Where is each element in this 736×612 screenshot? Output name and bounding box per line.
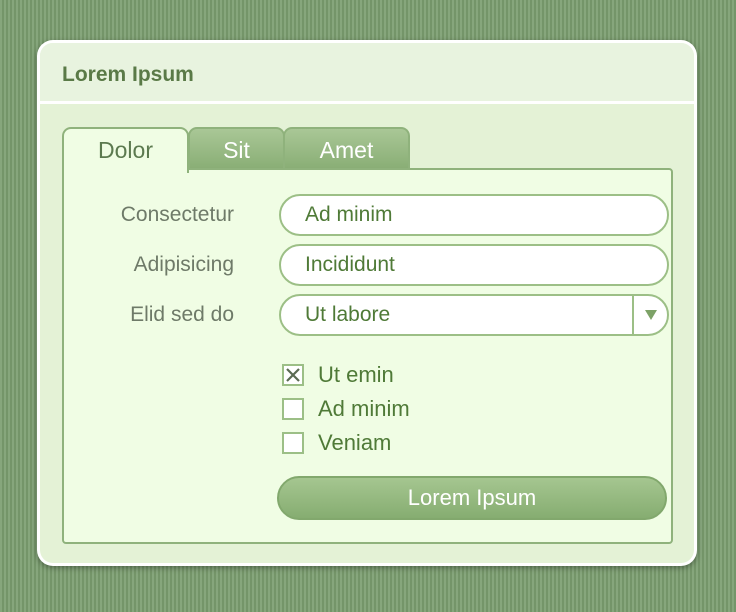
elid-sed-do-label: Elid sed do — [130, 303, 234, 326]
dialog-body: Lorem Ipsum Dolor Sit Amet Consectetur A… — [40, 43, 694, 563]
x-mark-icon — [286, 368, 300, 382]
tab-amet[interactable]: Amet — [283, 127, 410, 170]
checkbox-ut-emin[interactable] — [282, 364, 304, 386]
submit-button[interactable]: Lorem Ipsum — [277, 476, 667, 520]
triangle-down-icon[interactable] — [645, 310, 657, 320]
select-divider — [632, 296, 634, 334]
tab-dolor[interactable]: Dolor — [62, 127, 189, 173]
checkbox-label-ad-minim: Ad minim — [318, 396, 410, 421]
elid-sed-do-select[interactable]: Ut labore — [279, 294, 669, 336]
checkbox-veniam[interactable] — [282, 432, 304, 454]
select-value: Ut labore — [305, 303, 391, 326]
consectetur-input[interactable]: Ad minim — [279, 194, 669, 236]
adipisicing-label: Adipisicing — [133, 253, 234, 276]
dialog-window: Lorem Ipsum Dolor Sit Amet Consectetur A… — [37, 40, 697, 566]
adipisicing-input[interactable]: Incididunt — [279, 244, 669, 286]
tab-sit[interactable]: Sit — [188, 127, 285, 170]
dialog-title: Lorem Ipsum — [62, 63, 194, 86]
checkbox-ad-minim[interactable] — [282, 398, 304, 420]
checkbox-label-ut-emin: Ut emin — [318, 362, 394, 387]
consectetur-label: Consectetur — [120, 203, 234, 226]
dialog-header: Lorem Ipsum — [40, 43, 694, 104]
checkbox-label-veniam: Veniam — [318, 430, 392, 455]
